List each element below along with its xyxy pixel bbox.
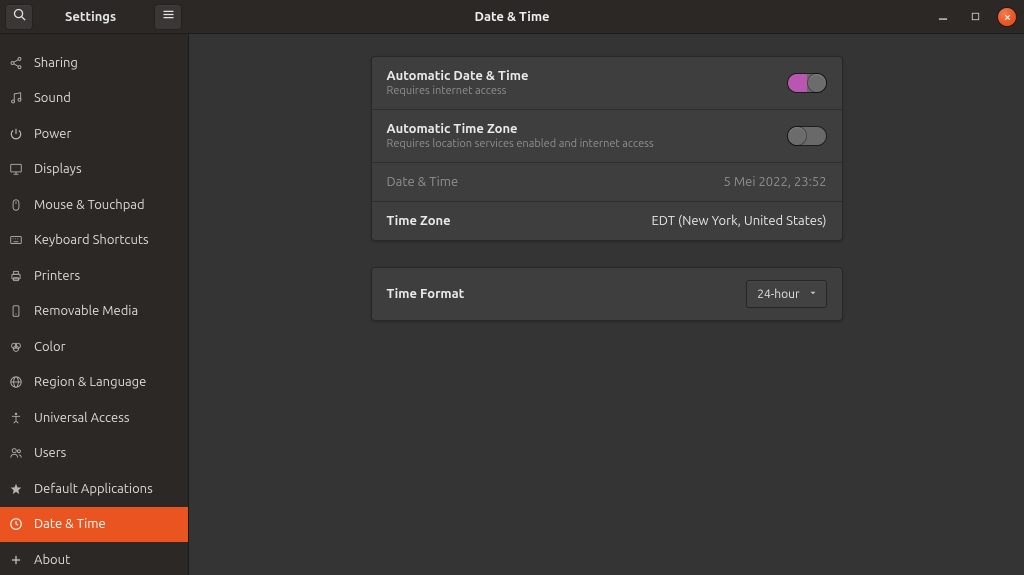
sidebar-item-default-applications[interactable]: Default Applications xyxy=(0,471,188,507)
automatic-time-zone-label: Automatic Time Zone xyxy=(387,122,654,136)
sidebar-item-label: Users xyxy=(34,446,66,460)
sidebar-item-label: Displays xyxy=(34,162,82,176)
maximize-icon xyxy=(970,8,981,26)
sidebar-item-keyboard-shortcuts[interactable]: Keyboard Shortcuts xyxy=(0,223,188,259)
sidebar-item-label: Keyboard Shortcuts xyxy=(34,233,149,247)
globe-icon xyxy=(8,374,24,390)
titlebar: Settings Date & Time xyxy=(0,0,1024,34)
window-close-button[interactable] xyxy=(998,8,1016,26)
hamburger-menu-button[interactable] xyxy=(154,4,182,30)
time-zone-value: EDT (New York, United States) xyxy=(652,214,827,228)
sidebar-item-power[interactable]: Power xyxy=(0,116,188,152)
date-time-row[interactable]: Date & Time 5 Mei 2022, 23:52 xyxy=(372,162,842,201)
keyboard-icon xyxy=(8,232,24,248)
window-minimize-button[interactable] xyxy=(934,8,952,26)
sidebar[interactable]: Sharing Sound Power Displays Mouse & Touchpa… xyxy=(0,34,189,575)
time-zone-row[interactable]: Time Zone EDT (New York, United States) xyxy=(372,201,842,240)
drive-icon xyxy=(8,303,24,319)
users-icon xyxy=(8,445,24,461)
automatic-date-time-label: Automatic Date & Time xyxy=(387,69,529,83)
sidebar-item-printers[interactable]: Printers xyxy=(0,258,188,294)
sidebar-item-label: Removable Media xyxy=(34,304,138,318)
sidebar-item-label: Mouse & Touchpad xyxy=(34,198,145,212)
automatic-date-time-toggle[interactable] xyxy=(787,73,827,93)
toggle-knob xyxy=(808,74,826,92)
search-icon xyxy=(12,7,27,26)
sidebar-item-label: Region & Language xyxy=(34,375,146,389)
sidebar-item-label: Universal Access xyxy=(34,411,129,425)
sidebar-item-label: Printers xyxy=(34,269,80,283)
sidebar-item-displays[interactable]: Displays xyxy=(0,152,188,188)
time-zone-label: Time Zone xyxy=(387,214,451,228)
date-time-value: 5 Mei 2022, 23:52 xyxy=(724,175,827,189)
sidebar-item-label: About xyxy=(34,553,70,567)
page-title: Date & Time xyxy=(474,10,549,24)
search-button[interactable] xyxy=(5,4,33,30)
automatic-time-zone-toggle[interactable] xyxy=(787,126,827,146)
star-icon xyxy=(8,481,24,497)
automatic-date-time-row[interactable]: Automatic Date & Time Requires internet … xyxy=(372,57,842,109)
sidebar-item-label: Color xyxy=(34,340,66,354)
time-format-label: Time Format xyxy=(387,287,465,301)
sidebar-item-label: Default Applications xyxy=(34,482,153,496)
sidebar-item-about[interactable]: About xyxy=(0,542,188,575)
toggle-knob xyxy=(788,127,806,145)
sidebar-item-sharing[interactable]: Sharing xyxy=(0,45,188,81)
date-time-label: Date & Time xyxy=(387,175,459,189)
time-format-select[interactable]: 24-hour xyxy=(746,280,826,308)
sidebar-item-mouse-touchpad[interactable]: Mouse & Touchpad xyxy=(0,187,188,223)
chevron-down-icon xyxy=(808,288,818,301)
sidebar-item-universal-access[interactable]: Universal Access xyxy=(0,400,188,436)
sidebar-item-region-language[interactable]: Region & Language xyxy=(0,365,188,401)
plus-icon xyxy=(8,552,24,568)
automatic-time-zone-row[interactable]: Automatic Time Zone Requires location se… xyxy=(372,109,842,162)
automatic-time-zone-subtitle: Requires location services enabled and i… xyxy=(387,138,654,150)
sidebar-item-label: Sound xyxy=(34,91,71,105)
sidebar-item-sound[interactable]: Sound xyxy=(0,81,188,117)
sidebar-item-removable-media[interactable]: Removable Media xyxy=(0,294,188,330)
time-format-card: Time Format 24-hour xyxy=(371,267,843,321)
mouse-icon xyxy=(8,197,24,213)
time-format-row: Time Format 24-hour xyxy=(372,268,842,320)
clock-icon xyxy=(8,516,24,532)
time-format-value: 24-hour xyxy=(757,288,799,301)
app-title: Settings xyxy=(65,10,116,24)
access-icon xyxy=(8,410,24,426)
printer-icon xyxy=(8,268,24,284)
minimize-icon xyxy=(936,8,950,26)
sidebar-item-label: Date & Time xyxy=(34,517,106,531)
close-icon xyxy=(1003,8,1012,26)
sidebar-item-color[interactable]: Color xyxy=(0,329,188,365)
power-icon xyxy=(8,126,24,142)
main-content: Automatic Date & Time Requires internet … xyxy=(189,34,1024,575)
datetime-settings-card: Automatic Date & Time Requires internet … xyxy=(371,56,843,241)
sidebar-item-label: Power xyxy=(34,127,71,141)
window-maximize-button[interactable] xyxy=(966,8,984,26)
automatic-date-time-subtitle: Requires internet access xyxy=(387,85,529,97)
display-icon xyxy=(8,161,24,177)
menu-icon xyxy=(161,7,176,26)
share-icon xyxy=(8,55,24,71)
color-icon xyxy=(8,339,24,355)
music-icon xyxy=(8,90,24,106)
sidebar-item-label: Sharing xyxy=(34,56,78,70)
sidebar-item-date-time[interactable]: Date & Time xyxy=(0,507,188,543)
sidebar-item-users[interactable]: Users xyxy=(0,436,188,472)
